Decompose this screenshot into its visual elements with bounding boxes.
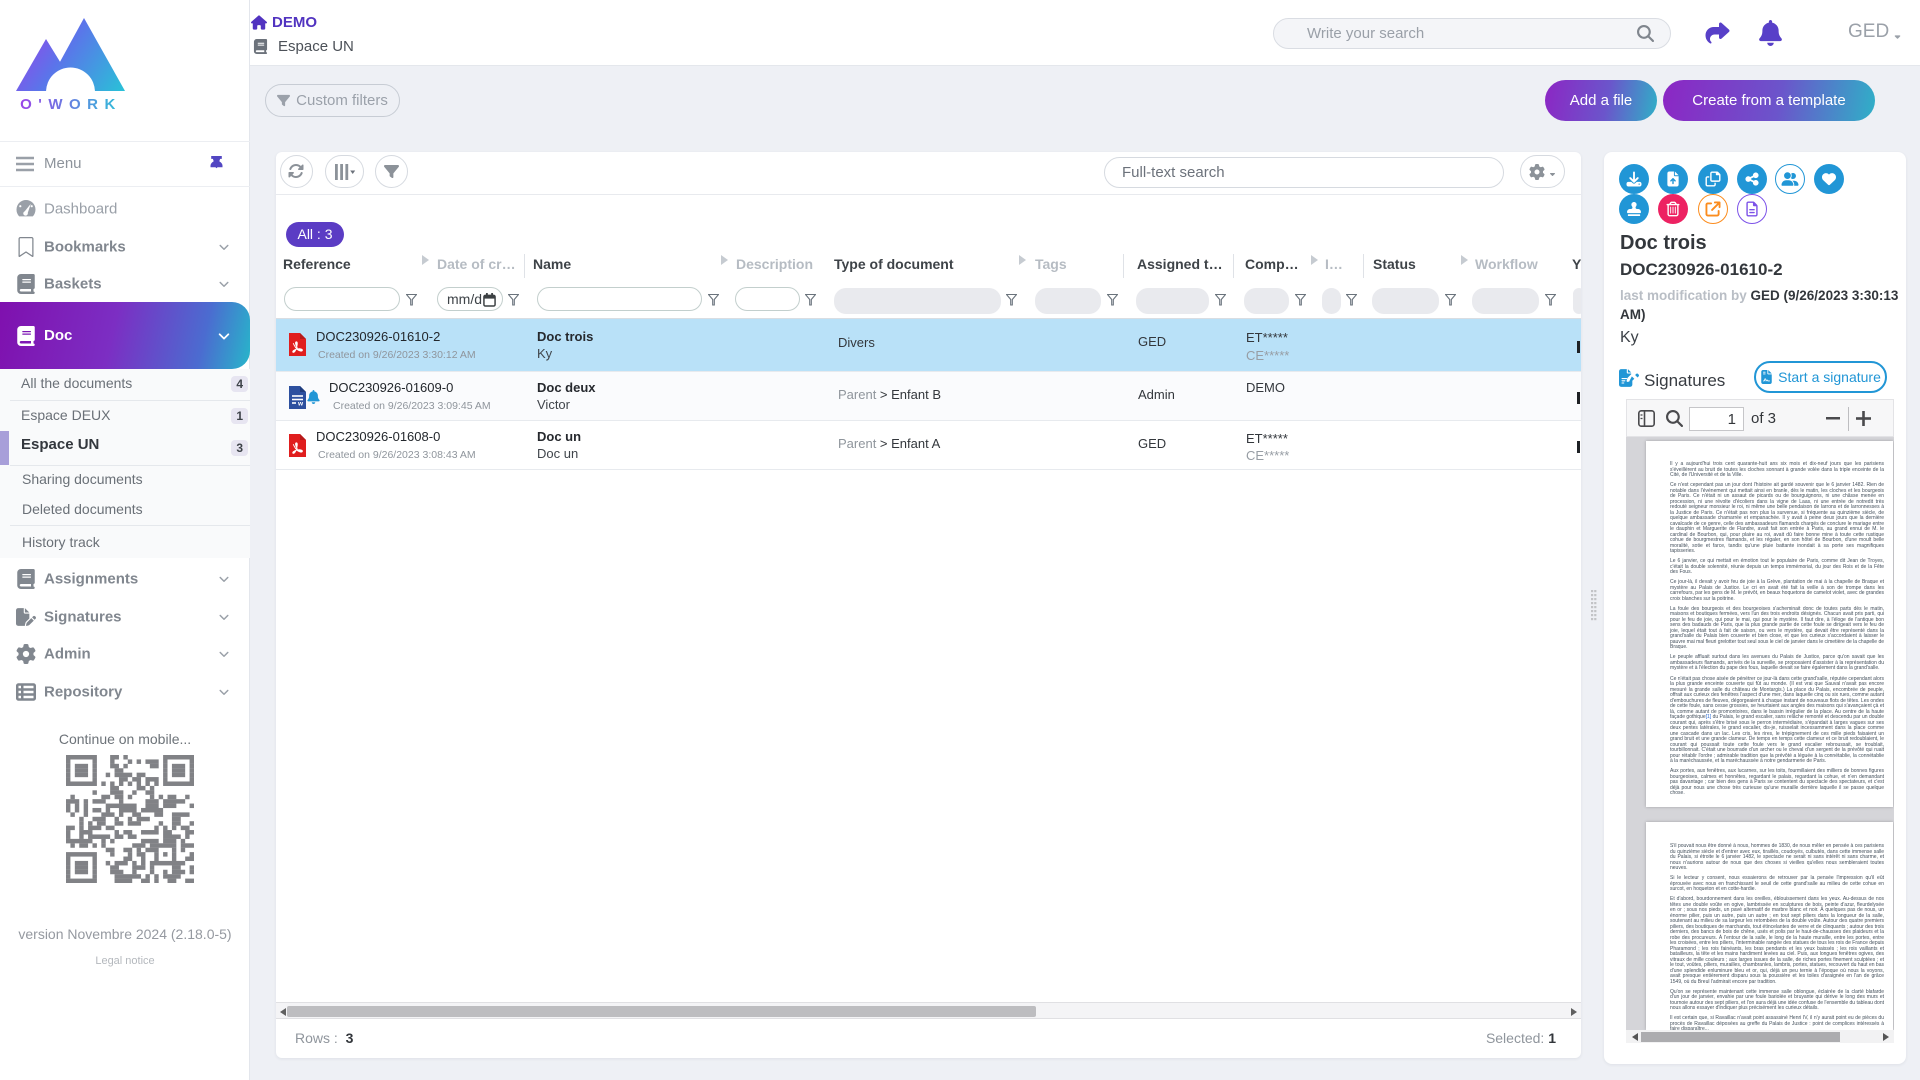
svg-text:O'WORK: O'WORK [20, 96, 122, 113]
svg-text:w: w [297, 401, 304, 408]
